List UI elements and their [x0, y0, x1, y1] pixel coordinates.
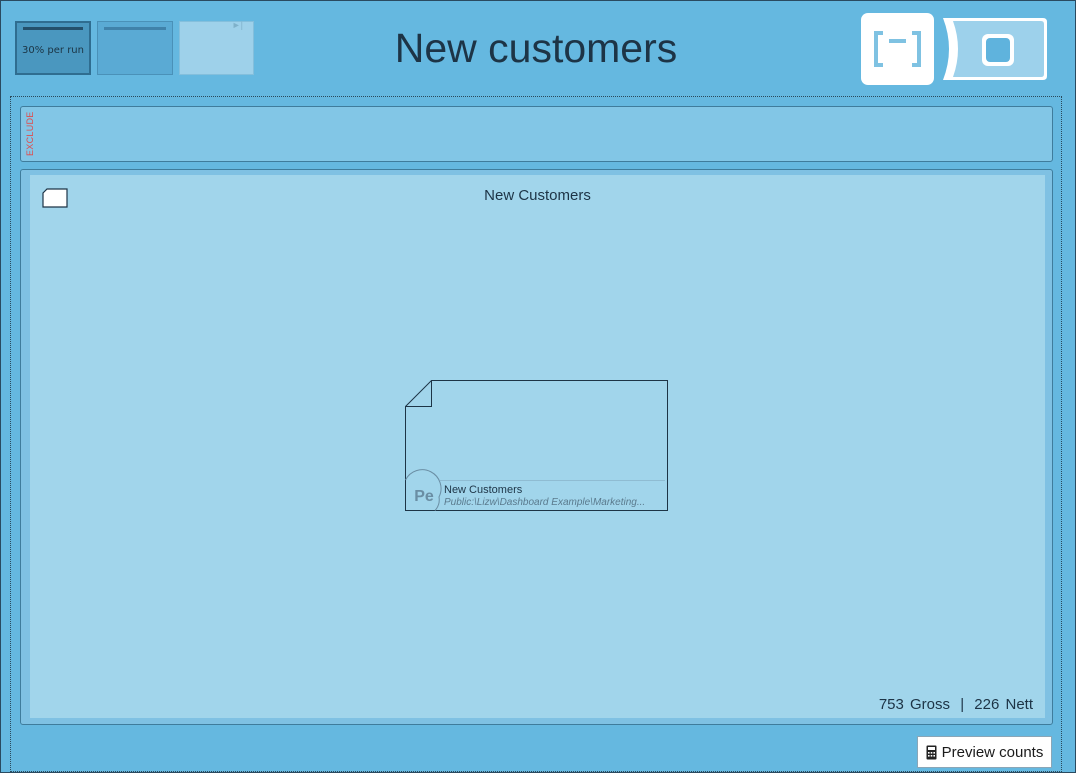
card-name: New Customers — [444, 484, 523, 496]
calculator-icon — [926, 745, 937, 759]
exclude-panel[interactable]: EXCLUDE — [20, 106, 1053, 162]
bracket-minus-icon — [874, 31, 921, 67]
nett-count: 226 — [974, 696, 1000, 713]
count-separator: | — [960, 696, 965, 713]
counts-readout: 753 Gross | 226 Nett — [879, 696, 1033, 713]
card-text: New Customers Public:\Lizw\Dashboard Exa… — [444, 484, 666, 509]
gross-label: Gross — [910, 696, 951, 713]
preview-counts-label: Preview counts — [941, 743, 1044, 761]
gross-count: 753 — [878, 696, 904, 713]
thumbnail-30-percent-per-run[interactable]: 30% per run — [15, 21, 91, 75]
nett-label: Nett — [1005, 696, 1033, 713]
thumbnail-2[interactable] — [97, 21, 173, 75]
preview-counts-button[interactable]: Preview counts — [917, 736, 1052, 768]
thumbnail-bar — [23, 27, 83, 30]
selection-card[interactable]: Pe New Customers Public:\Lizw\Dashboard … — [405, 380, 669, 511]
panel-title: New Customers — [484, 187, 591, 204]
main-panel[interactable]: New Customers Pe New Customers Public:\L… — [20, 169, 1053, 725]
thumbnail-label: 30% per run — [22, 45, 84, 56]
page-title: New customers — [394, 25, 678, 71]
persona-badge: Pe — [414, 488, 434, 505]
main-panel-inner: New Customers Pe New Customers Public:\L… — [30, 175, 1045, 718]
arrow-icon: ►| — [231, 20, 243, 30]
top-bar: 30% per run ►| New customers — [1, 1, 1076, 96]
exclude-label: EXCLUDE — [25, 111, 35, 157]
rounded-square-icon — [943, 18, 1047, 80]
card-path: Public:\Lizw\Dashboard Example\Marketing… — [444, 497, 646, 508]
segment-mode-button[interactable] — [861, 13, 934, 85]
thumbnail-3[interactable]: ►| — [179, 20, 254, 75]
panel-mode-button[interactable] — [941, 17, 1048, 81]
thumbnail-bar — [104, 27, 166, 30]
